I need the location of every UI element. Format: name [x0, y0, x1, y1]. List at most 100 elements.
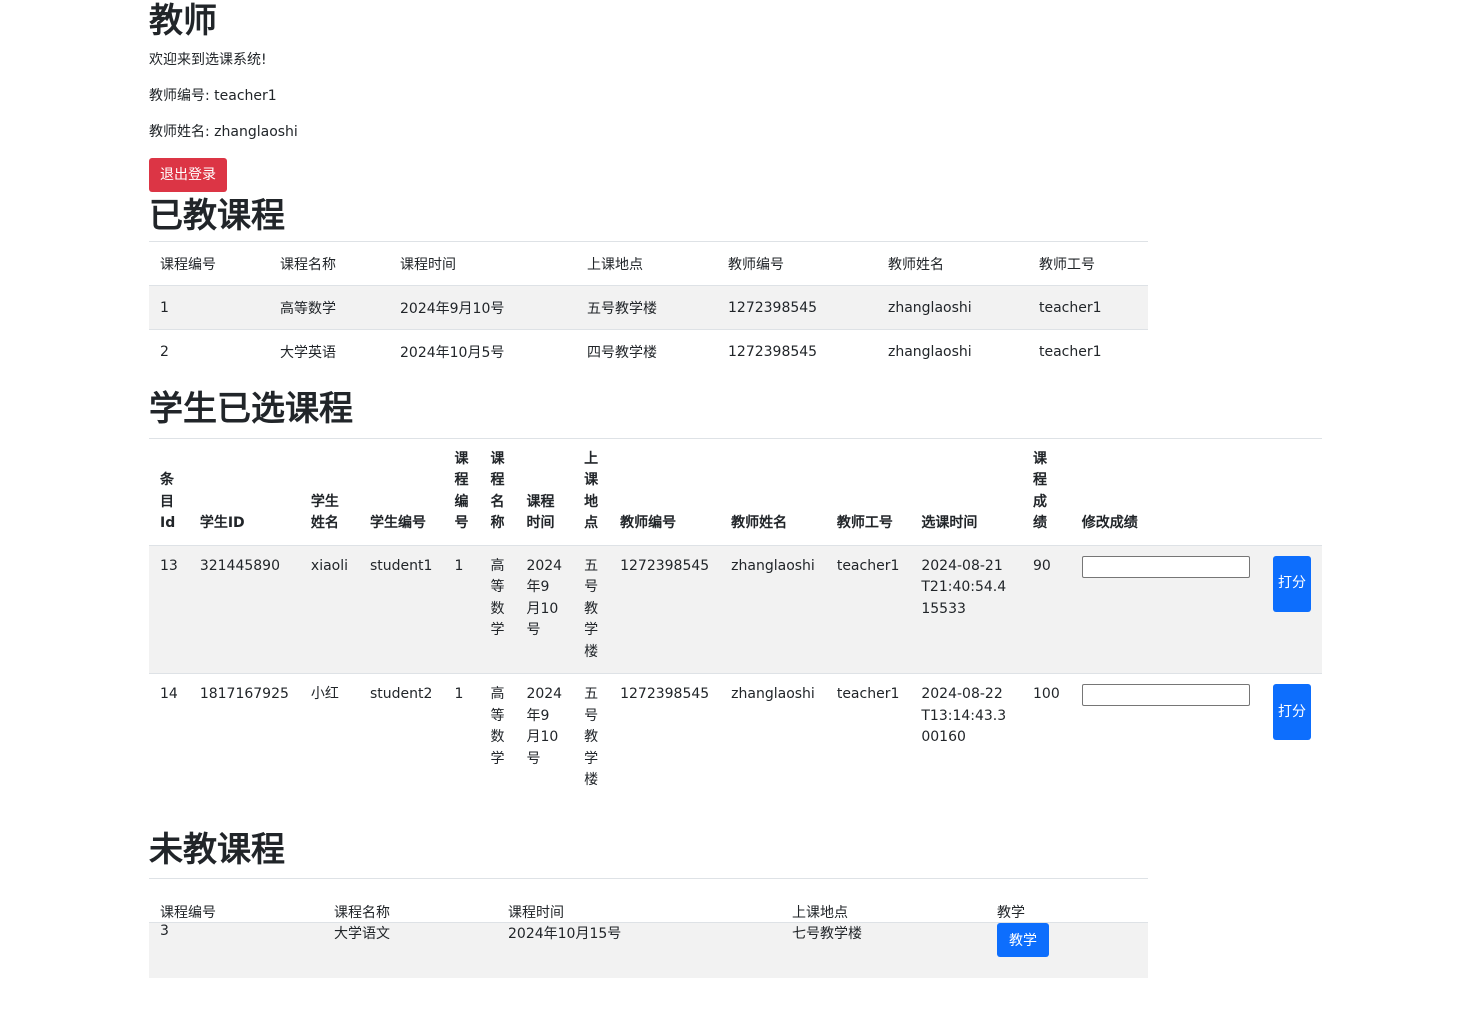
table-cell: 1272398545 — [620, 557, 710, 574]
table-header-row: 课程编号 课程名称 课程时间 上课地点 教师编号 教师姓名 教师工号 — [149, 242, 1148, 286]
score-button-cell: 打分 — [1262, 545, 1322, 674]
teacher-number: 教师编号: teacher1 — [149, 88, 277, 104]
table-cell: 1 — [160, 299, 169, 316]
table-cell: xiaoli — [310, 557, 349, 574]
column-header: 课程名称 — [280, 256, 336, 273]
grade-input[interactable] — [1081, 684, 1250, 706]
table-cell: teacher1 — [1039, 343, 1102, 360]
column-header: 教师姓名 — [731, 515, 788, 531]
table-header-row: 条目Id 学生ID 学生姓名 学生编号 课程编号 课程名称 课程时间 上课地点 … — [149, 438, 1322, 545]
grade-input-cell — [1071, 674, 1262, 802]
table-cell: 五号教学楼 — [584, 557, 599, 660]
table-cell: zhanglaoshi — [731, 557, 815, 574]
column-header-empty — [1262, 438, 1322, 545]
table-cell: 五号教学楼 — [587, 300, 657, 317]
teach-button-cell: 教学 — [986, 922, 1148, 978]
grade-input[interactable] — [1081, 555, 1250, 578]
column-header: 学生ID — [199, 515, 245, 531]
table-cell: 1272398545 — [728, 299, 818, 316]
table-cell: 1272398545 — [728, 343, 818, 360]
column-header: 课程编号 — [454, 450, 469, 532]
table-cell: 小红 — [310, 686, 339, 702]
table-cell: 大学英语 — [280, 344, 336, 361]
table-cell: teacher1 — [836, 557, 900, 574]
table-cell: 2024年9月10号 — [526, 686, 563, 767]
untaught-courses-table: 课程编号 课程名称 课程时间 上课地点 教学 3 大学语文 2024年10月15… — [149, 877, 1148, 978]
table-cell: 四号教学楼 — [587, 344, 657, 361]
table-cell: 1272398545 — [620, 686, 710, 702]
table-cell: 2024年9月10号 — [526, 557, 563, 639]
table-row: 14 1817167925 小红 student2 1 高等数学 2024年9月… — [149, 673, 1322, 802]
table-cell: student2 — [370, 686, 433, 702]
column-header: 课程名称 — [334, 904, 390, 921]
table-cell: 2024年10月15号 — [508, 925, 622, 942]
table-cell: 高等数学 — [490, 557, 505, 639]
grade-input-cell — [1071, 545, 1262, 674]
table-cell: 3 — [160, 922, 169, 939]
column-header: 课程时间 — [400, 256, 456, 273]
table-cell: 1 — [454, 557, 464, 574]
column-header: 课程名称 — [490, 450, 505, 532]
column-header: 教学 — [997, 904, 1025, 921]
table-cell: 1817167925 — [199, 686, 289, 702]
table-cell: 2024年10月5号 — [400, 344, 505, 361]
table-cell: 五号教学楼 — [584, 686, 599, 788]
column-header: 条目Id — [160, 472, 176, 531]
table-cell: 2024-08-22T13:14:43.300160 — [921, 686, 1007, 745]
column-header: 教师编号 — [620, 515, 677, 531]
column-header: 课程编号 — [160, 256, 216, 273]
column-header: 学生编号 — [370, 515, 427, 531]
selected-courses-table: 条目Id 学生ID 学生姓名 学生编号 课程编号 课程名称 课程时间 上课地点 … — [149, 437, 1322, 802]
column-header: 上课地点 — [792, 904, 848, 921]
untaught-courses-title: 未教课程 — [149, 829, 285, 870]
table-row: 3 大学语文 2024年10月15号 七号教学楼 教学 — [149, 922, 1148, 978]
table-cell: zhanglaoshi — [888, 343, 972, 360]
selected-courses-title: 学生已选课程 — [149, 388, 353, 429]
score-button-cell: 打分 — [1262, 674, 1322, 802]
taught-courses-table: 课程编号 课程名称 课程时间 上课地点 教师编号 教师姓名 教师工号 1 高等数… — [149, 241, 1148, 374]
table-cell: 高等数学 — [280, 300, 336, 317]
table-cell: zhanglaoshi — [888, 299, 972, 316]
score-button[interactable]: 打分 — [1273, 684, 1311, 740]
table-cell: 大学语文 — [334, 925, 390, 942]
table-row: 2 大学英语 2024年10月5号 四号教学楼 1272398545 zhang… — [149, 329, 1148, 374]
column-header: 课程时间 — [508, 904, 564, 921]
teach-button[interactable]: 教学 — [997, 922, 1049, 957]
teacher-name: 教师姓名: zhanglaoshi — [149, 124, 298, 140]
welcome-text: 欢迎来到选课系统! — [149, 52, 267, 68]
column-header: 教师工号 — [836, 515, 893, 531]
table-cell: 14 — [160, 686, 178, 702]
column-header: 选课时间 — [921, 515, 978, 531]
table-cell: 1 — [454, 686, 464, 702]
table-cell: teacher1 — [1039, 299, 1102, 316]
table-header-row: 课程编号 课程名称 课程时间 上课地点 教学 — [149, 878, 1148, 922]
column-header: 教师姓名 — [888, 256, 944, 273]
column-header: 修改成绩 — [1081, 515, 1138, 531]
column-header: 课程时间 — [526, 493, 555, 532]
column-header: 课程成绩 — [1033, 450, 1047, 532]
column-header: 课程编号 — [160, 904, 216, 921]
column-header: 教师编号 — [728, 256, 784, 273]
table-cell: 13 — [160, 557, 178, 574]
table-cell: zhanglaoshi — [731, 686, 815, 702]
table-cell: 90 — [1033, 557, 1051, 574]
table-row: 13 321445890 xiaoli student1 1 高等数学 2024… — [149, 545, 1322, 674]
table-cell: 高等数学 — [490, 686, 505, 767]
column-header: 学生姓名 — [310, 493, 339, 532]
page-title: 教师 — [149, 1, 217, 41]
page-container: 教师 欢迎来到选课系统! 教师编号: teacher1 教师姓名: zhangl… — [149, 0, 1322, 978]
table-cell: 七号教学楼 — [792, 925, 862, 942]
table-row: 1 高等数学 2024年9月10号 五号教学楼 1272398545 zhang… — [149, 285, 1148, 330]
table-cell: 2024-08-21T21:40:54.415533 — [921, 557, 1007, 617]
table-cell: 2024年9月10号 — [400, 300, 505, 317]
table-cell: 321445890 — [199, 557, 280, 574]
table-cell: 2 — [160, 343, 169, 360]
table-cell: 100 — [1033, 686, 1060, 702]
taught-courses-title: 已教课程 — [149, 196, 285, 236]
column-header: 教师工号 — [1039, 256, 1095, 273]
column-header: 上课地点 — [587, 256, 643, 273]
column-header: 上课地点 — [584, 450, 599, 532]
score-button[interactable]: 打分 — [1273, 555, 1311, 612]
table-cell: student1 — [370, 557, 433, 574]
logout-button[interactable]: 退出登录 — [149, 158, 227, 192]
